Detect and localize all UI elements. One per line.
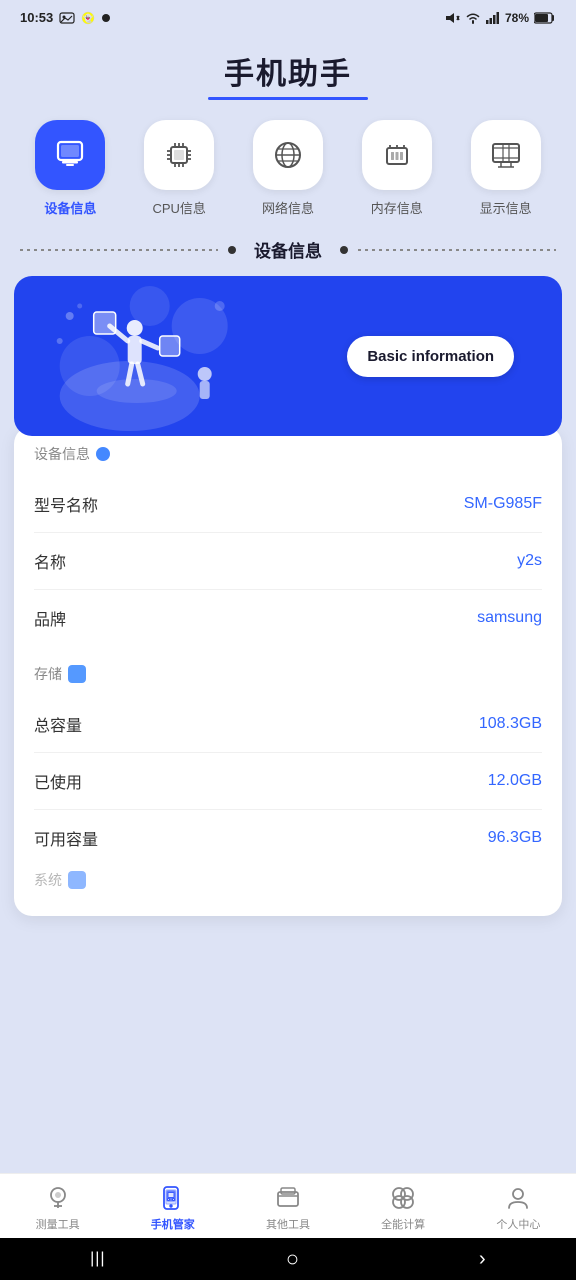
nav-item-memory[interactable]: 内存信息 bbox=[362, 120, 432, 217]
banner-illustration bbox=[14, 276, 315, 436]
memory-icon-wrap[interactable] bbox=[362, 120, 432, 190]
dot-left bbox=[228, 246, 236, 254]
available-value: 96.3GB bbox=[488, 829, 542, 847]
partial-label-text: 系统 bbox=[34, 870, 62, 890]
phone-manager-icon bbox=[159, 1184, 187, 1212]
partial-section-dot bbox=[68, 871, 86, 889]
storage-row-used: 已使用 12.0GB bbox=[34, 753, 542, 810]
snapchat-icon: 👻 bbox=[81, 11, 95, 25]
brand-value: samsung bbox=[477, 609, 542, 627]
storage-info-rows: 总容量 108.3GB 已使用 12.0GB 可用容量 96.3GB bbox=[34, 696, 542, 866]
banner-svg bbox=[14, 276, 315, 436]
time-display: 10:53 bbox=[20, 10, 53, 25]
status-time: 10:53 👻 bbox=[20, 10, 111, 25]
cpu-icon bbox=[162, 138, 196, 172]
bottom-nav: 测量工具 手机管家 其他工具 bbox=[0, 1173, 576, 1238]
model-label: 型号名称 bbox=[34, 492, 98, 516]
bottom-nav-tools[interactable]: 其他工具 bbox=[258, 1184, 318, 1232]
status-right: 78% bbox=[444, 11, 556, 25]
used-value: 12.0GB bbox=[488, 772, 542, 790]
banner-badge: Basic information bbox=[347, 336, 514, 377]
status-bar: 10:53 👻 bbox=[0, 0, 576, 31]
wave-right bbox=[358, 249, 556, 251]
nav-item-display[interactable]: 显示信息 bbox=[471, 120, 541, 217]
sys-nav-back[interactable]: ‹ bbox=[479, 1248, 486, 1271]
storage-row-available: 可用容量 96.3GB bbox=[34, 810, 542, 866]
wifi-icon bbox=[465, 12, 481, 24]
wave-left bbox=[20, 249, 218, 251]
section-title-text: 设备信息 bbox=[246, 237, 330, 262]
nav-label-device: 设备信息 bbox=[44, 198, 96, 217]
system-nav-bar: ||| ○ ‹ bbox=[0, 1238, 576, 1280]
battery-icon bbox=[534, 12, 556, 24]
device-section-label-text: 设备信息 bbox=[34, 444, 90, 464]
network-icon-wrap[interactable] bbox=[253, 120, 323, 190]
storage-section: 存储 总容量 108.3GB 已使用 12.0GB 可用容量 96.3GB bbox=[34, 664, 542, 866]
nav-label-network: 网络信息 bbox=[262, 198, 314, 217]
sys-nav-home[interactable]: ○ bbox=[286, 1246, 299, 1272]
device-row-brand: 品牌 samsung bbox=[34, 590, 542, 646]
measure-icon bbox=[44, 1184, 72, 1212]
total-label: 总容量 bbox=[34, 712, 82, 736]
profile-label: 个人中心 bbox=[496, 1216, 540, 1232]
svg-text:👻: 👻 bbox=[83, 13, 93, 23]
cpu-icon-wrap[interactable] bbox=[144, 120, 214, 190]
bottom-nav-profile[interactable]: 个人中心 bbox=[488, 1184, 548, 1232]
device-section-dot bbox=[96, 447, 110, 461]
nav-label-cpu: CPU信息 bbox=[152, 198, 205, 217]
bottom-nav-calc[interactable]: 全能计算 bbox=[373, 1184, 433, 1232]
device-icon-wrap[interactable] bbox=[35, 120, 105, 190]
device-info-rows: 型号名称 SM-G985F 名称 y2s 品牌 samsung bbox=[34, 476, 542, 646]
calc-label: 全能计算 bbox=[381, 1216, 425, 1232]
partial-section-label: 系统 bbox=[34, 870, 542, 890]
storage-section-dot bbox=[68, 665, 86, 683]
name-label: 名称 bbox=[34, 549, 66, 573]
banner-card: Basic information bbox=[14, 276, 562, 436]
gallery-icon bbox=[59, 12, 75, 24]
mute-icon bbox=[444, 12, 460, 24]
phone-label: 手机管家 bbox=[151, 1216, 195, 1232]
model-value: SM-G985F bbox=[464, 495, 542, 513]
calc-icon bbox=[389, 1184, 417, 1212]
bottom-nav-phone[interactable]: 手机管家 bbox=[143, 1184, 203, 1232]
banner-text-area: Basic information bbox=[315, 336, 562, 377]
title-underline bbox=[208, 97, 368, 100]
available-label: 可用容量 bbox=[34, 826, 98, 850]
device-row-model: 型号名称 SM-G985F bbox=[34, 476, 542, 533]
signal-icon bbox=[486, 12, 500, 24]
tools-icon bbox=[274, 1184, 302, 1212]
display-icon bbox=[489, 138, 523, 172]
storage-row-total: 总容量 108.3GB bbox=[34, 696, 542, 753]
app-title: 手机助手 bbox=[0, 31, 576, 120]
used-label: 已使用 bbox=[34, 769, 82, 793]
total-value: 108.3GB bbox=[479, 715, 542, 733]
partial-section: 系统 bbox=[34, 866, 542, 890]
info-card: 设备信息 型号名称 SM-G985F 名称 y2s 品牌 samsung 存储 bbox=[14, 426, 562, 916]
device-icon bbox=[53, 138, 87, 172]
sys-nav-recent[interactable]: ||| bbox=[90, 1250, 105, 1268]
dot-icon bbox=[101, 13, 111, 23]
nav-item-network[interactable]: 网络信息 bbox=[253, 120, 323, 217]
measure-label: 测量工具 bbox=[36, 1216, 80, 1232]
nav-item-cpu[interactable]: CPU信息 bbox=[144, 120, 214, 217]
device-row-name: 名称 y2s bbox=[34, 533, 542, 590]
nav-label-display: 显示信息 bbox=[480, 198, 532, 217]
nav-label-memory: 内存信息 bbox=[371, 198, 423, 217]
storage-label-text: 存储 bbox=[34, 664, 62, 684]
name-value: y2s bbox=[517, 552, 542, 570]
section-header: 设备信息 bbox=[0, 237, 576, 262]
memory-icon bbox=[380, 138, 414, 172]
network-icon bbox=[271, 138, 305, 172]
profile-icon bbox=[504, 1184, 532, 1212]
tools-label: 其他工具 bbox=[266, 1216, 310, 1232]
nav-item-device[interactable]: 设备信息 bbox=[35, 120, 105, 217]
battery-display: 78% bbox=[505, 11, 529, 25]
dot-right bbox=[340, 246, 348, 254]
bottom-nav-measure[interactable]: 测量工具 bbox=[28, 1184, 88, 1232]
device-info-section-label: 设备信息 bbox=[34, 444, 542, 464]
brand-label: 品牌 bbox=[34, 606, 66, 630]
nav-icons-row: 设备信息 bbox=[0, 120, 576, 217]
storage-section-label: 存储 bbox=[34, 664, 542, 684]
display-icon-wrap[interactable] bbox=[471, 120, 541, 190]
